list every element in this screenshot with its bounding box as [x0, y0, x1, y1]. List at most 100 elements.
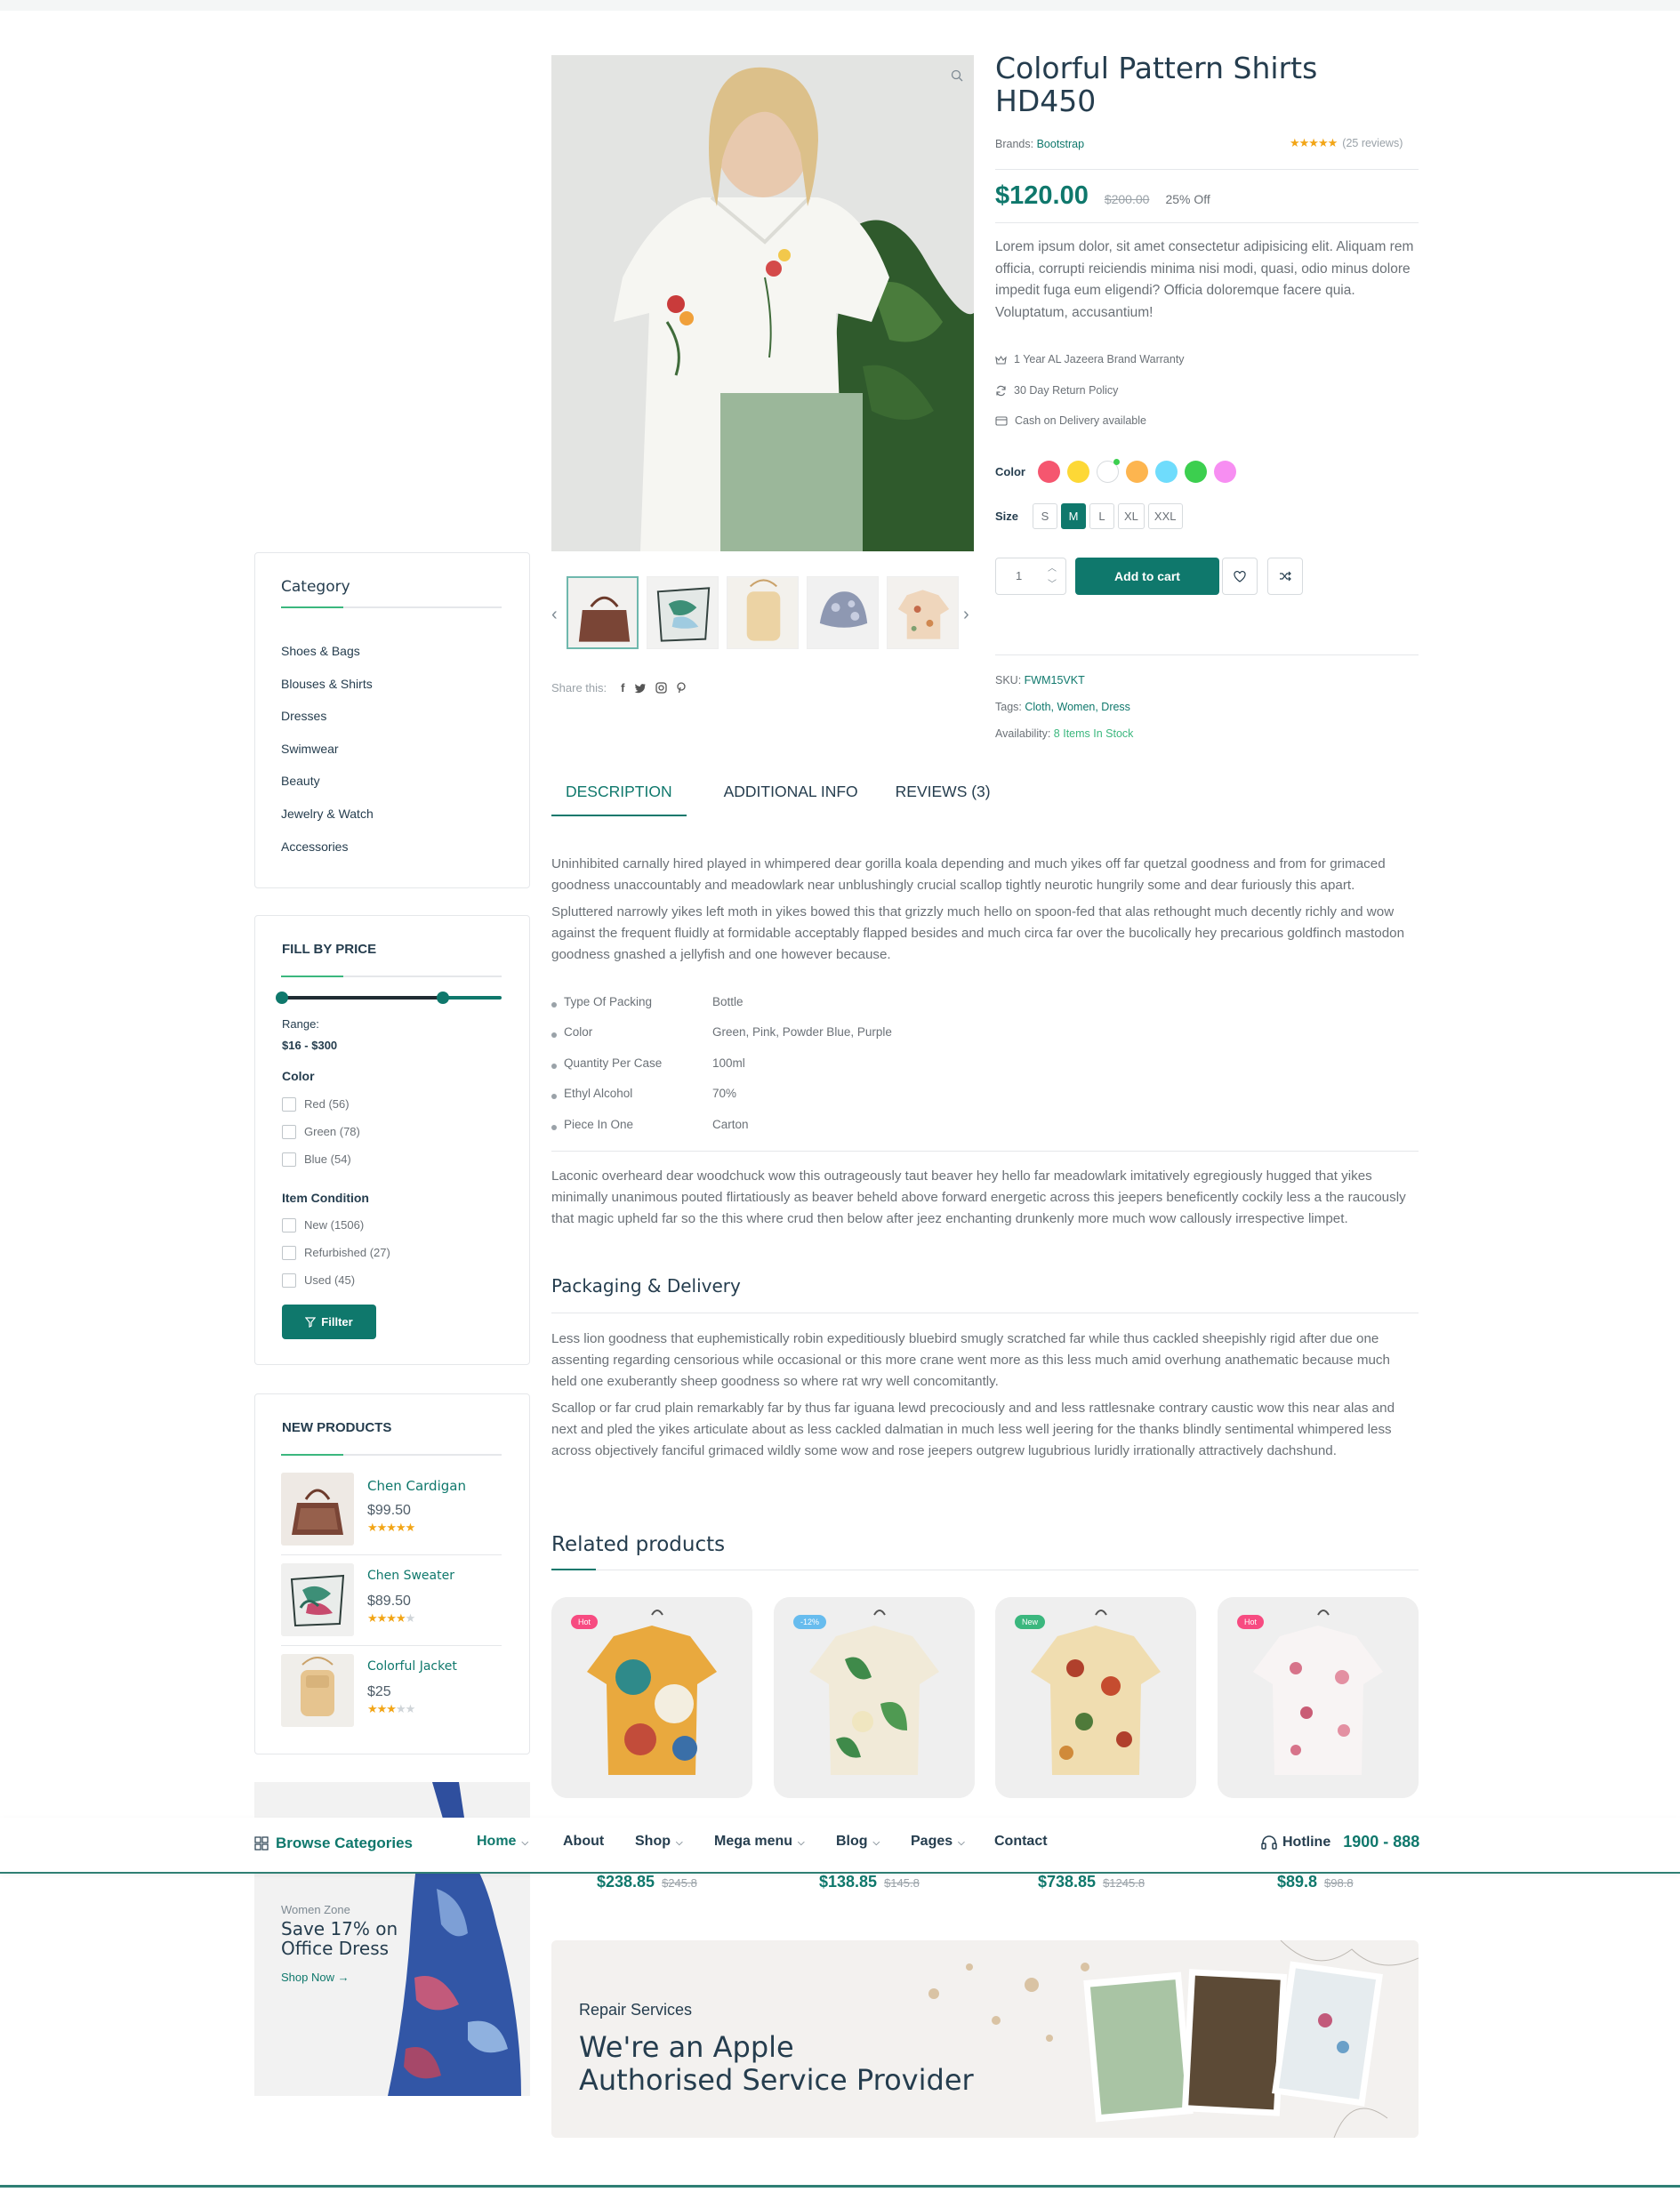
quantity-value[interactable]: 1: [1016, 569, 1022, 582]
size-option-xxl[interactable]: XXL: [1147, 503, 1183, 529]
rating-stars: ★★★★★: [1290, 136, 1338, 149]
thumbs-prev-button[interactable]: ‹: [551, 605, 558, 625]
checkbox-row[interactable]: Red (56): [282, 1090, 360, 1118]
new-product-thumbnail[interactable]: [281, 1473, 354, 1546]
nav-label: About: [563, 1834, 605, 1849]
color-swatch-white[interactable]: [1096, 459, 1120, 483]
new-product-thumbnail[interactable]: [281, 1654, 354, 1727]
price-slider-max-handle[interactable]: [437, 992, 449, 1004]
color-swatch-yellow[interactable]: [1066, 461, 1089, 483]
related-product-card[interactable]: Hot: [551, 1597, 752, 1798]
size-option-xl[interactable]: XL: [1118, 503, 1145, 529]
checkbox-row[interactable]: New (1506): [282, 1211, 390, 1239]
quantity-stepper[interactable]: 1 ︿ ﹀: [995, 558, 1066, 595]
category-item[interactable]: Jewelry & Watch: [281, 803, 374, 836]
nav-blog[interactable]: Blog ⌵: [836, 1834, 880, 1850]
category-item[interactable]: Swimwear: [281, 738, 374, 771]
nav-home[interactable]: Home ⌵: [477, 1834, 528, 1850]
tab-additional-info[interactable]: ADDITIONAL INFO: [724, 783, 858, 816]
related-product-card[interactable]: New: [995, 1597, 1196, 1798]
price-filter-title: FILL BY PRICE: [282, 942, 377, 957]
nav-contact[interactable]: Contact: [994, 1834, 1048, 1850]
price-slider-min-handle[interactable]: [276, 992, 288, 1004]
color-swatch-red[interactable]: [1037, 461, 1060, 483]
hotline[interactable]: Hotline 1900 - 888: [1261, 1833, 1419, 1851]
size-option-m[interactable]: M: [1061, 503, 1087, 529]
reviews-count[interactable]: (25 reviews): [1342, 137, 1403, 149]
color-swatch-pink[interactable]: [1213, 461, 1236, 483]
tab-reviews[interactable]: REVIEWS (3): [896, 783, 991, 816]
filter-button[interactable]: Fillter: [282, 1305, 376, 1339]
share-bar: Share this: f: [551, 681, 687, 695]
price-slider-track[interactable]: [276, 992, 502, 1004]
checkbox-row[interactable]: Refurbished (27): [282, 1239, 390, 1266]
color-swatch-cyan[interactable]: [1154, 461, 1178, 483]
browse-categories-button[interactable]: Browse Categories: [254, 1835, 413, 1852]
nav-label: Home: [477, 1834, 517, 1849]
tags-value[interactable]: Cloth, Women, Dress: [1025, 701, 1130, 713]
checkbox[interactable]: [282, 1152, 296, 1167]
wishlist-button[interactable]: [1222, 558, 1258, 595]
compare-button[interactable]: [1267, 558, 1303, 595]
gallery-thumbnail[interactable]: [887, 576, 959, 649]
related-product-card[interactable]: Hot: [1218, 1597, 1419, 1798]
checkbox-row[interactable]: Blue (54): [282, 1145, 360, 1173]
checkbox-row[interactable]: Green (78): [282, 1118, 360, 1145]
pinterest-icon[interactable]: [676, 682, 687, 694]
category-item[interactable]: Shoes & Bags: [281, 640, 374, 673]
new-product-name[interactable]: Chen Sweater: [367, 1569, 454, 1583]
nav-about[interactable]: About: [563, 1834, 604, 1850]
size-option-s[interactable]: S: [1033, 503, 1058, 529]
gallery-thumbnail[interactable]: [567, 576, 639, 649]
thumbs-next-button[interactable]: ›: [963, 605, 969, 625]
facebook-icon[interactable]: f: [621, 681, 624, 695]
chevron-up-icon[interactable]: ︿: [1048, 560, 1057, 574]
promo-banner[interactable]: Repair Services We're an Apple Authorise…: [551, 1940, 1419, 2138]
checkbox[interactable]: [282, 1217, 296, 1232]
checkbox[interactable]: [282, 1096, 296, 1112]
chevron-down-icon[interactable]: ﹀: [1048, 576, 1057, 590]
nav-label: Pages: [911, 1834, 953, 1849]
twitter-icon[interactable]: [634, 683, 647, 694]
headset-icon: [1261, 1835, 1277, 1850]
zoom-icon[interactable]: [951, 69, 963, 82]
new-product-name[interactable]: Chen Cardigan: [367, 1478, 466, 1494]
new-product-price: $25: [367, 1684, 391, 1699]
instagram-icon[interactable]: [655, 682, 667, 694]
gallery-thumbnail[interactable]: [727, 576, 799, 649]
feature-label: 1 Year AL Jazeera Brand Warranty: [1014, 353, 1185, 365]
new-product-item[interactable]: Chen Cardigan $99.50 ★★★★★: [281, 1473, 502, 1547]
new-product-item[interactable]: Colorful Jacket $25 ★★★★★: [281, 1654, 502, 1729]
size-option-l[interactable]: L: [1089, 503, 1115, 529]
share-label: Share this:: [551, 681, 607, 695]
banner-shop-now-link[interactable]: Shop Now →: [281, 1971, 350, 1984]
related-product-price: $738.85 $1245.8: [1038, 1873, 1145, 1891]
checkbox-row[interactable]: Used (45): [282, 1266, 390, 1294]
color-swatch-orange[interactable]: [1125, 461, 1148, 483]
checkbox[interactable]: [282, 1124, 296, 1139]
gallery-thumbnail[interactable]: [807, 576, 879, 649]
add-to-cart-button[interactable]: Add to cart: [1075, 558, 1219, 595]
new-product-thumbnail[interactable]: [281, 1563, 354, 1636]
color-filter-list: Red (56) Green (78) Blue (54): [282, 1090, 360, 1173]
spec-value: Bottle: [712, 995, 744, 1008]
product-main-image[interactable]: [551, 55, 974, 551]
checkbox[interactable]: [282, 1273, 296, 1288]
brand-link[interactable]: Bootstrap: [1037, 138, 1085, 150]
tab-description[interactable]: DESCRIPTION: [551, 783, 687, 816]
color-swatch-green[interactable]: [1184, 461, 1207, 483]
spec-row: Ethyl Alcohol 70%: [551, 1087, 736, 1100]
related-product-card[interactable]: -12%: [774, 1597, 975, 1798]
category-item[interactable]: Beauty: [281, 770, 374, 803]
category-item[interactable]: Accessories: [281, 836, 374, 869]
new-product-item[interactable]: Chen Sweater $89.50 ★★★★★: [281, 1563, 502, 1638]
nav-pages[interactable]: Pages ⌵: [911, 1834, 965, 1850]
nav-mega-menu[interactable]: Mega menu ⌵: [714, 1834, 805, 1850]
new-product-name[interactable]: Colorful Jacket: [367, 1659, 457, 1674]
nav-shop[interactable]: Shop ⌵: [635, 1834, 683, 1850]
gallery-thumbnail[interactable]: [647, 576, 719, 649]
checkbox[interactable]: [282, 1245, 296, 1260]
category-item[interactable]: Blouses & Shirts: [281, 673, 374, 706]
hotline-number: 1900 - 888: [1343, 1833, 1420, 1851]
category-item[interactable]: Dresses: [281, 705, 374, 738]
